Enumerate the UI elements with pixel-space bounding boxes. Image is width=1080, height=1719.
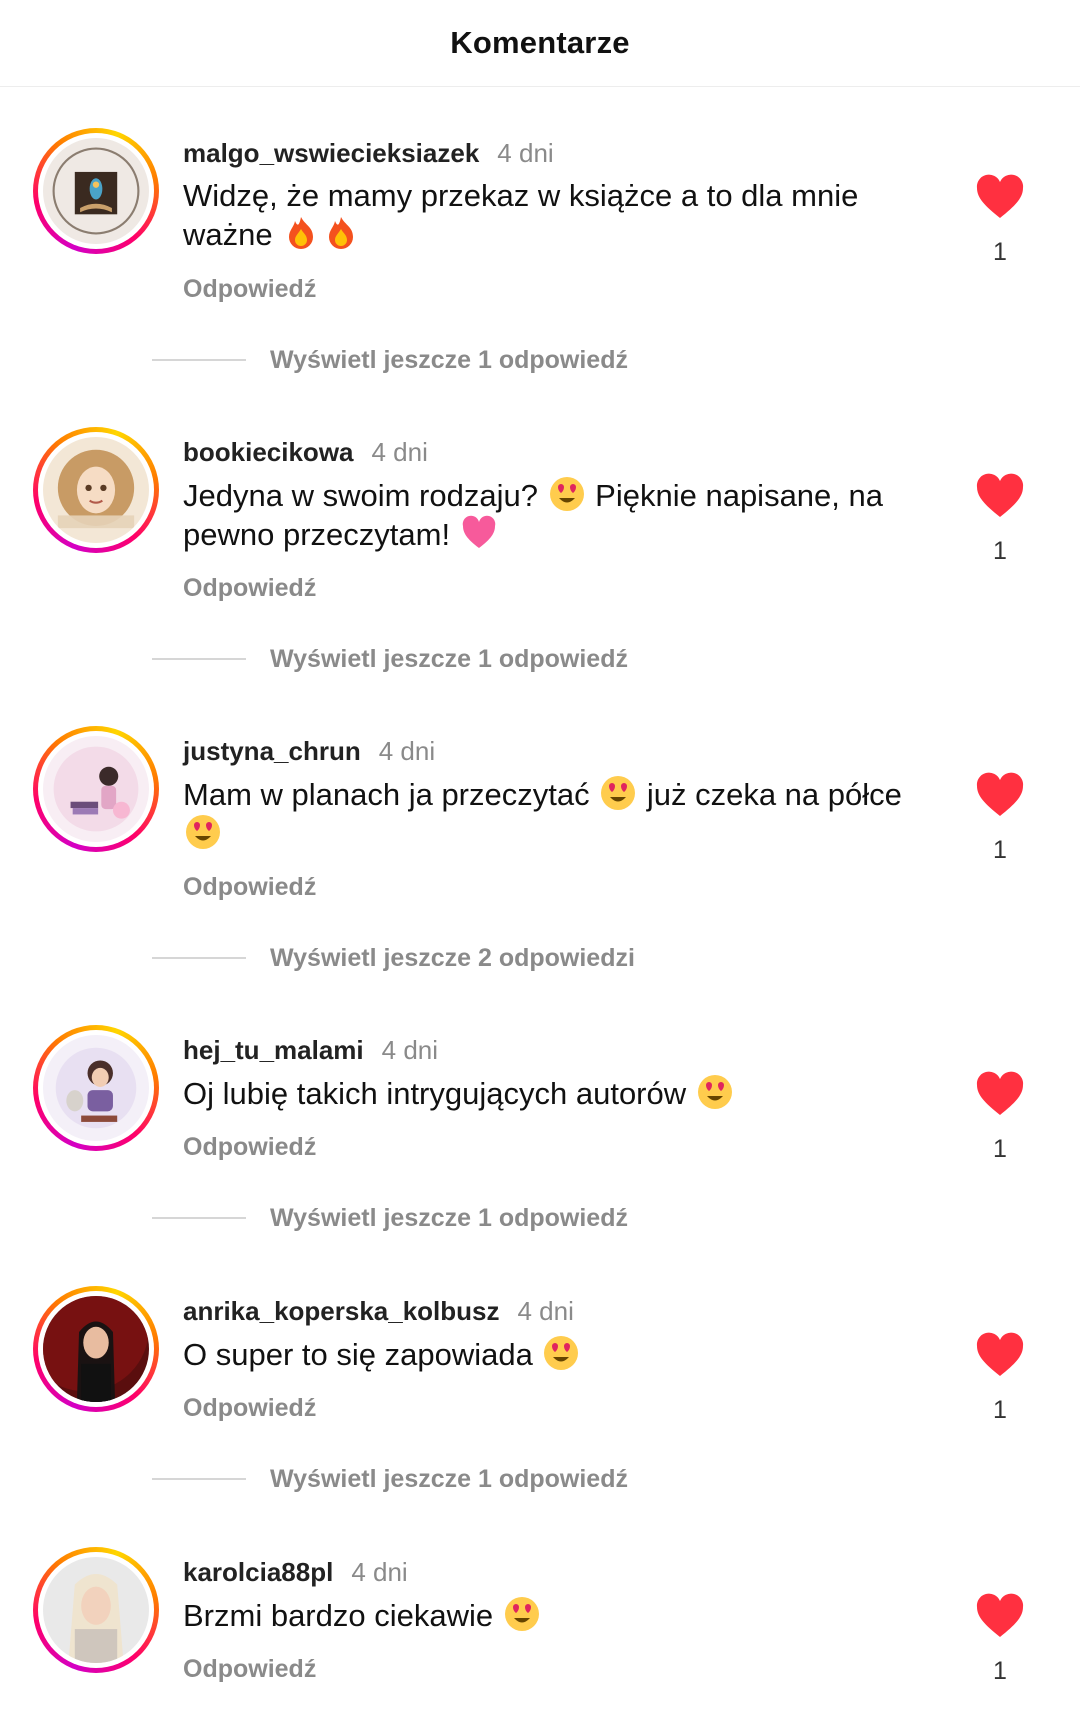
pink-heart-emoji-icon	[461, 515, 497, 551]
comment-time: 4 dni	[378, 735, 436, 766]
comment-text: O super to się zapowiada	[183, 1335, 943, 1374]
comment-username[interactable]: anrika_koperska_kolbusz	[183, 1296, 500, 1327]
like-heart-icon[interactable]	[975, 473, 1025, 519]
heart-eyes-emoji-icon	[185, 814, 221, 850]
comment-time: 4 dni	[497, 137, 554, 168]
comment-username[interactable]: malgo_wswiecieksiazek	[183, 138, 479, 169]
comment-username[interactable]: hej_tu_malami	[183, 1035, 364, 1066]
avatar-image	[43, 138, 149, 244]
avatar[interactable]	[33, 726, 159, 852]
like-heart-icon[interactable]	[975, 772, 1025, 818]
comment-time: 4 dni	[517, 1295, 574, 1326]
avatar-image	[43, 1557, 149, 1663]
reply-button[interactable]: Odpowiedź	[183, 1652, 316, 1686]
avatar[interactable]	[33, 1286, 159, 1412]
avatar-image	[43, 1035, 149, 1141]
comment-item: malgo_wswiecieksiazek 4 dni Widzę, że ma…	[0, 0, 1080, 374]
comment-text: Jedyna w swoim rodzaju? Pięknie napisane…	[183, 476, 883, 552]
comment-item: hej_tu_malami 4 dni Oj lubię takich intr…	[0, 897, 1080, 1232]
fire-emoji-icon	[283, 215, 319, 251]
heart-eyes-emoji-icon	[600, 775, 636, 811]
comment-time: 4 dni	[371, 436, 428, 467]
like-heart-icon[interactable]	[975, 1071, 1025, 1117]
heart-eyes-emoji-icon	[504, 1596, 540, 1632]
comment-time: 4 dni	[381, 1034, 439, 1065]
like-count: 1	[993, 836, 1007, 864]
comments-sheet: Komentarze malgo_wswiecieksiazek 4 dni W…	[0, 0, 1080, 1707]
avatar[interactable]	[33, 427, 159, 553]
heart-eyes-emoji-icon	[697, 1074, 733, 1110]
comment-username[interactable]: karolcia88pl	[183, 1557, 333, 1588]
comment-item: anrika_koperska_kolbusz 4 dni O super to…	[0, 1158, 1080, 1493]
avatar[interactable]	[33, 1025, 159, 1151]
like-heart-icon[interactable]	[975, 1332, 1025, 1378]
comment-text: Oj lubię takich intrygujących autorów	[183, 1074, 943, 1113]
like-count: 1	[993, 1657, 1007, 1685]
fire-emoji-icon	[323, 215, 359, 251]
comment-time: 4 dni	[351, 1556, 408, 1587]
comment-text: Brzmi bardzo ciekawie	[183, 1596, 943, 1635]
avatar[interactable]	[33, 1547, 159, 1673]
heart-eyes-emoji-icon	[549, 476, 585, 512]
like-heart-icon[interactable]	[975, 174, 1025, 220]
avatar[interactable]	[33, 128, 159, 254]
comment-item: bookiecikowa 4 dni Jedyna w swoim rodzaj…	[0, 299, 1080, 673]
comment-text: Mam w planach ja przeczytać już czeka na…	[183, 775, 943, 853]
heart-eyes-emoji-icon	[543, 1335, 579, 1371]
avatar-image	[43, 437, 149, 543]
avatar-image	[43, 736, 149, 842]
avatar-image	[43, 1296, 149, 1402]
comment-username[interactable]: bookiecikowa	[183, 437, 354, 468]
like-count: 1	[993, 238, 1007, 266]
like-heart-icon[interactable]	[975, 1593, 1025, 1639]
comment-item: justyna_chrun 4 dni Mam w planach ja prz…	[0, 598, 1080, 972]
comment-item: karolcia88pl 4 dni Brzmi bardzo ciekawie…	[0, 1419, 1080, 1719]
like-count: 1	[993, 537, 1007, 565]
comment-text: Widzę, że mamy przekaz w książce a to dl…	[183, 178, 859, 252]
comment-username[interactable]: justyna_chrun	[183, 736, 361, 767]
